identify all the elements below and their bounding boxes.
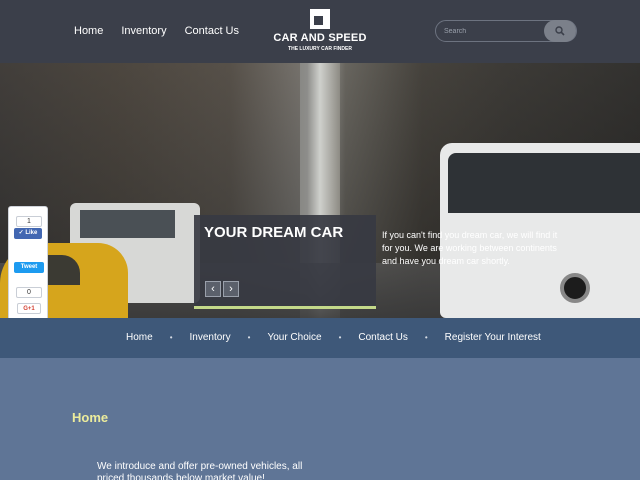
intro-paragraph: We introduce and offer pre-owned vehicle… <box>97 461 303 480</box>
hero-caption-text: If you can't find you dream car, we will… <box>382 230 558 266</box>
main-nav-home-link[interactable]: Home <box>126 332 153 343</box>
gplus-button[interactable]: G+1 <box>17 303 41 314</box>
site-logo[interactable]: CAR AND SPEED THE LUXURY CAR FINDER <box>270 9 370 52</box>
hero-caption-accent-bar <box>194 306 376 309</box>
slider-next-arrow[interactable]: › <box>223 281 239 297</box>
main-nav-bar: Home • Inventory • Your Choice • Contact… <box>0 318 640 358</box>
nav-separator: • <box>424 333 428 342</box>
main-nav-inventory-link[interactable]: Inventory <box>190 332 231 343</box>
like-count: 1 <box>16 216 42 227</box>
hero-title: YOUR DREAM CAR <box>204 224 344 241</box>
facebook-like-button[interactable]: ✓ Like <box>14 228 42 239</box>
logo-icon <box>310 9 330 29</box>
hero-photo-bus-windows <box>448 153 640 213</box>
top-nav-inventory-link[interactable]: Inventory <box>121 25 166 37</box>
social-share-widget: 1 ✓ Like Tweet 0 G+1 <box>8 206 48 318</box>
search-icon <box>555 26 565 36</box>
main-nav-items: Home • Inventory • Your Choice • Contact… <box>126 332 541 343</box>
gplus-count: 0 <box>16 287 42 298</box>
hero-photo-truck-window <box>80 210 175 238</box>
slider-prev-arrow[interactable]: ‹ <box>205 281 221 297</box>
nav-separator: • <box>247 333 251 342</box>
top-nav-contact-link[interactable]: Contact Us <box>185 25 239 37</box>
search-input[interactable] <box>444 25 544 38</box>
nav-separator: • <box>169 333 173 342</box>
search-box <box>435 20 577 42</box>
hero-caption-box: YOUR DREAM CAR <box>194 215 376 307</box>
hero-slider: YOUR DREAM CAR ‹ › If you can't find you… <box>0 63 640 318</box>
top-nav-home-link[interactable]: Home <box>74 25 103 37</box>
main-nav-register-link[interactable]: Register Your Interest <box>445 332 541 343</box>
tweet-button[interactable]: Tweet <box>14 262 44 273</box>
top-nav: Home Inventory Contact Us <box>74 25 239 37</box>
main-nav-contact-link[interactable]: Contact Us <box>358 332 407 343</box>
facebook-like-label: Like <box>25 230 38 236</box>
main-nav-your-choice-link[interactable]: Your Choice <box>267 332 321 343</box>
page-heading: Home <box>72 410 109 425</box>
main-content: Home We introduce and offer pre-owned ve… <box>0 358 640 480</box>
top-header: Home Inventory Contact Us CAR AND SPEED … <box>0 0 640 63</box>
search-button[interactable] <box>544 20 576 42</box>
nav-separator: • <box>338 333 342 342</box>
logo-title: CAR AND SPEED <box>273 32 367 44</box>
logo-subtitle: THE LUXURY CAR FINDER <box>288 46 352 52</box>
gplus-label: G+1 <box>23 306 35 312</box>
hero-photo-bus-wheel <box>560 273 590 303</box>
tweet-label: Tweet <box>20 264 38 270</box>
